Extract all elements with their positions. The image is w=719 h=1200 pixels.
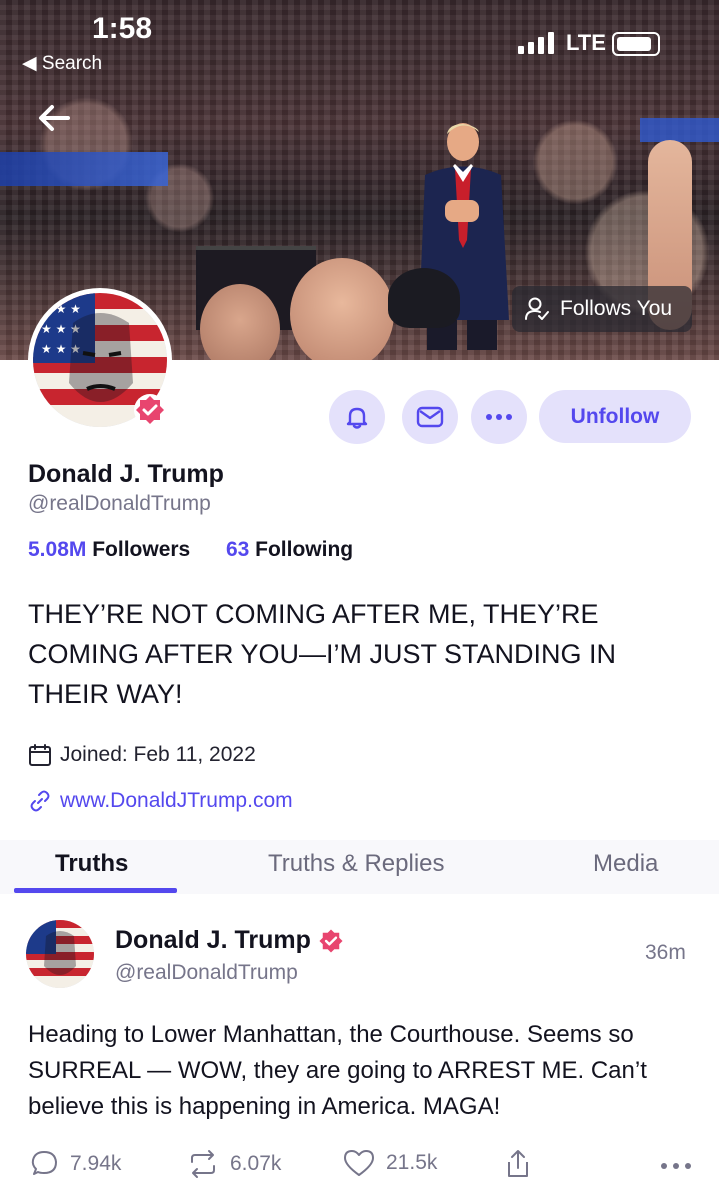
post-more-button[interactable] (660, 1162, 692, 1170)
reply-count: 7.94k (70, 1152, 122, 1175)
message-button[interactable] (402, 390, 458, 444)
banner-screen (640, 118, 719, 142)
tab-truths[interactable]: Truths (55, 850, 128, 878)
post-author-name: Donald J. Trump (115, 926, 311, 954)
profile-actions: Unfollow (0, 390, 719, 444)
retruth-count: 6.07k (230, 1152, 282, 1175)
share-icon (508, 1150, 528, 1177)
mail-icon (416, 406, 444, 428)
notifications-button[interactable] (329, 390, 385, 444)
follows-you-label: Follows You (560, 297, 673, 320)
followers-label: Followers (92, 538, 191, 561)
active-tab-indicator (14, 888, 177, 893)
followers-link[interactable]: 5.08M Followers (28, 538, 190, 561)
tab-media[interactable]: Media (593, 850, 658, 878)
joined-label: Joined: Feb 11, 2022 (60, 743, 256, 766)
comment-icon (31, 1151, 57, 1175)
repost-icon (191, 1150, 215, 1178)
follows-you-badge: Follows You (512, 286, 692, 332)
share-button[interactable] (504, 1148, 532, 1180)
post-author-avatar[interactable] (26, 920, 94, 988)
profile-bio: THEY’RE NOT COMING AFTER ME, THEY’RE COM… (28, 599, 617, 709)
follow-stats: 5.08M Followers 63 Following (28, 538, 353, 562)
post-author[interactable]: Donald J. Trump (115, 926, 345, 955)
status-bar: 1:58 ◀ Search LTE (0, 0, 719, 90)
back-to-search-link[interactable]: ◀ Search (22, 52, 102, 75)
profile-name: Donald J. Trump (28, 460, 224, 488)
heart-icon (344, 1150, 374, 1176)
verified-badge-icon (319, 928, 343, 953)
more-horizontal-icon (486, 414, 512, 420)
bell-icon (346, 407, 368, 429)
profile-tabs: Truths Truths & Replies Media (0, 840, 719, 894)
more-horizontal-icon (661, 1163, 691, 1169)
calendar-icon (29, 744, 51, 766)
joined-date: Joined: Feb 11, 2022 (28, 743, 256, 767)
post-author-handle: @realDonaldTrump (115, 961, 298, 984)
like-count: 21.5k (386, 1151, 438, 1174)
banner-crowd-cap (388, 268, 460, 328)
battery-icon (612, 32, 660, 56)
profile-handle: @realDonaldTrump (28, 492, 211, 515)
post-timestamp: 36m (645, 941, 686, 964)
tab-truths-and-replies[interactable]: Truths & Replies (268, 850, 445, 878)
reply-button[interactable]: 7.94k (28, 1148, 121, 1180)
website-link[interactable]: www.DonaldJTrump.com (28, 789, 293, 813)
post-body: Heading to Lower Manhattan, the Courthou… (28, 1021, 647, 1120)
signal-strength-icon (518, 32, 554, 54)
user-check-icon (525, 297, 549, 320)
link-icon (30, 790, 50, 812)
website-url: www.DonaldJTrump.com (60, 789, 293, 812)
following-count: 63 (225, 538, 250, 561)
followers-count: 5.08M (28, 538, 87, 561)
following-link[interactable]: 63 Following (226, 538, 353, 561)
retruth-button[interactable]: 6.07k (186, 1148, 281, 1180)
unfollow-button[interactable]: Unfollow (539, 390, 691, 443)
following-label: Following (255, 538, 354, 561)
network-type: LTE (566, 30, 606, 55)
back-arrow-icon[interactable] (34, 98, 74, 138)
like-button[interactable]: 21.5k (342, 1148, 437, 1178)
flag-face-avatar-art (26, 920, 94, 988)
banner-jumbotron (0, 152, 168, 186)
more-options-button[interactable] (471, 390, 527, 444)
banner-crowd-head (290, 258, 394, 360)
post-action-bar: 7.94k 6.07k 21.5k (0, 1148, 719, 1188)
status-time: 1:58 (92, 12, 153, 45)
